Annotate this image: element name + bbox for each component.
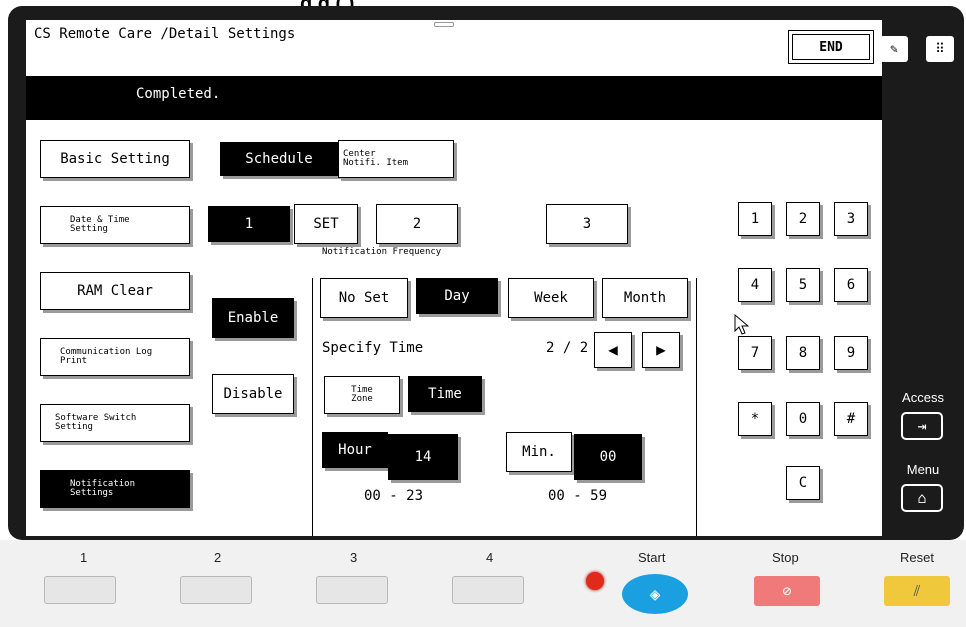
keypad-asterisk[interactable]: * — [738, 402, 772, 436]
edit-pencil-button[interactable]: ✎ — [880, 36, 908, 62]
panel-key-2[interactable] — [180, 576, 252, 604]
keypad-0[interactable]: 0 — [786, 402, 820, 436]
next-page-button[interactable]: ▶ — [642, 332, 680, 368]
hour-range: 00 - 23 — [364, 488, 424, 504]
start-button[interactable]: ◈ — [622, 574, 688, 614]
minute-label-button[interactable]: Min. — [506, 432, 572, 472]
reset-button[interactable]: ⫽ — [884, 576, 950, 606]
stop-icon: ⊘ — [782, 582, 792, 600]
panel-key-3-label: 3 — [350, 550, 358, 565]
schedule-slot-3[interactable]: 3 — [546, 204, 628, 244]
menu-software-label: Software Switch Setting — [55, 413, 137, 432]
stop-button[interactable]: ⊘ — [754, 576, 820, 606]
keypad-icon: ⠿ — [935, 41, 945, 57]
menu-home-button[interactable]: ⌂ — [901, 484, 943, 512]
frequency-divider-left — [312, 278, 313, 536]
keypad-8[interactable]: 8 — [786, 336, 820, 370]
menu-date-time-setting[interactable]: Date & Time Setting — [40, 206, 190, 244]
keypad-9[interactable]: 9 — [834, 336, 868, 370]
arrow-left-icon: ◀ — [608, 340, 618, 359]
hour-value-field[interactable]: 14 — [388, 434, 458, 480]
specify-time-label: Specify Time — [322, 340, 424, 356]
menu-notification-label: Notification Settings — [70, 479, 136, 498]
tab-center-notifi-item[interactable]: Center Notifi. Item — [338, 140, 454, 178]
reset-slash-icon: ⫽ — [913, 582, 921, 600]
access-button[interactable]: ⇥ — [901, 412, 943, 440]
stop-label: Stop — [772, 550, 799, 565]
time-zone-button[interactable]: Time Zone — [324, 376, 400, 414]
menu-ram-clear[interactable]: RAM Clear — [40, 272, 190, 310]
status-message: Completed. — [136, 86, 221, 102]
keypad-1[interactable]: 1 — [738, 202, 772, 236]
keypad-3[interactable]: 3 — [834, 202, 868, 236]
keypad-7[interactable]: 7 — [738, 336, 772, 370]
start-label: Start — [638, 550, 666, 565]
hour-label-button[interactable]: Hour — [322, 432, 388, 468]
end-button[interactable]: END — [788, 30, 874, 64]
time-button[interactable]: Time — [408, 376, 482, 412]
device-bezel: CS Remote Care /Detail Settings END Comp… — [8, 6, 964, 540]
frequency-no-set[interactable]: No Set — [320, 278, 408, 318]
keypad-toggle-button[interactable]: ⠿ — [926, 36, 954, 62]
notification-frequency-label: Notification Frequency — [322, 247, 442, 257]
schedule-slot-1[interactable]: 1 — [208, 206, 290, 242]
menu-communication-label: Communication Log Print — [60, 347, 153, 366]
minute-range: 00 - 59 — [548, 488, 608, 504]
menu-communication-log-print[interactable]: Communication Log Print — [40, 338, 190, 376]
arrow-right-icon: ▶ — [656, 340, 666, 359]
frequency-divider-right — [696, 278, 697, 536]
frequency-month[interactable]: Month — [602, 278, 688, 318]
disable-button[interactable]: Disable — [212, 374, 294, 414]
menu-label: Menu — [906, 462, 940, 477]
panel-key-2-label: 2 — [214, 550, 222, 565]
header: CS Remote Care /Detail Settings END — [26, 20, 882, 70]
menu-date-time-label: Date & Time Setting — [70, 215, 130, 234]
access-door-icon: ⇥ — [917, 417, 927, 435]
page-indicator: 2 / 2 — [546, 340, 589, 356]
status-message-bar: Completed. — [26, 76, 882, 120]
tab-schedule[interactable]: Schedule — [220, 142, 338, 176]
breadcrumb-title: CS Remote Care /Detail Settings — [34, 26, 296, 42]
time-zone-label: Time Zone — [351, 385, 373, 404]
access-label: Access — [902, 390, 944, 405]
schedule-set-button[interactable]: SET — [294, 204, 358, 244]
pencil-icon: ✎ — [890, 41, 898, 57]
panel-key-4[interactable] — [452, 576, 524, 604]
schedule-slot-2[interactable]: 2 — [376, 204, 458, 244]
hardware-panel: 1 2 3 4 Start ◈ Stop ⊘ Reset ⫽ — [0, 540, 966, 627]
keypad-6[interactable]: 6 — [834, 268, 868, 302]
keypad-5[interactable]: 5 — [786, 268, 820, 302]
reset-label: Reset — [900, 550, 934, 565]
frequency-day[interactable]: Day — [416, 278, 498, 314]
previous-page-button[interactable]: ◀ — [594, 332, 632, 368]
start-diamond-icon: ◈ — [649, 583, 661, 605]
touch-screen: CS Remote Care /Detail Settings END Comp… — [26, 20, 882, 536]
keypad-clear[interactable]: C — [786, 466, 820, 500]
minute-value-field[interactable]: 00 — [574, 434, 642, 480]
panel-key-1[interactable] — [44, 576, 116, 604]
panel-key-1-label: 1 — [80, 550, 88, 565]
enable-button[interactable]: Enable — [212, 298, 294, 338]
drag-handle[interactable] — [434, 22, 454, 27]
keypad-4[interactable]: 4 — [738, 268, 772, 302]
panel-key-4-label: 4 — [486, 550, 494, 565]
frequency-week[interactable]: Week — [508, 278, 594, 318]
menu-basic-setting[interactable]: Basic Setting — [40, 140, 190, 178]
tab-center-notifi-label: Center Notifi. Item — [343, 149, 409, 168]
settings-body: Basic Setting Date & Time Setting RAM Cl… — [26, 128, 882, 536]
menu-notification-settings[interactable]: Notification Settings — [40, 470, 190, 508]
menu-software-switch-setting[interactable]: Software Switch Setting — [40, 404, 190, 442]
mouse-cursor-icon — [734, 314, 750, 335]
home-icon: ⌂ — [917, 489, 927, 507]
keypad-2[interactable]: 2 — [786, 202, 820, 236]
panel-key-3[interactable] — [316, 576, 388, 604]
keypad-hash[interactable]: # — [834, 402, 868, 436]
indicator-light — [586, 572, 604, 590]
